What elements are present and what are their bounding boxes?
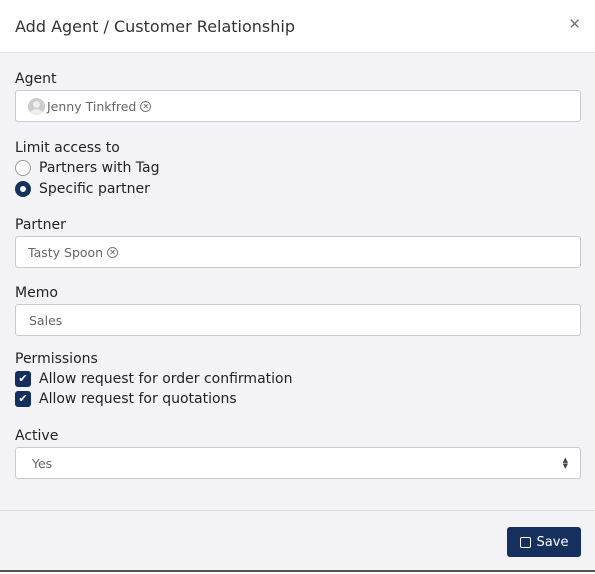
agent-field[interactable]: Jenny Tinkfred ✕ [15,90,581,122]
sort-arrows-icon: ▲ ▼ [562,456,568,470]
checkbox-quotations[interactable]: ✔ Allow request for quotations [15,391,237,407]
avatar-icon [28,97,45,115]
remove-tag-icon[interactable]: ✕ [140,100,152,112]
radio-specific-partner[interactable]: Specific partner [15,181,150,197]
checkbox-label: Allow request for quotations [39,391,237,407]
dialog: Add Agent / Customer Relationship ✕ Agen… [0,0,595,572]
save-icon [519,536,531,548]
remove-tag-icon[interactable]: ✕ [107,246,119,258]
dialog-title: Add Agent / Customer Relationship [15,17,296,36]
radio-partners-with-tag[interactable]: Partners with Tag [15,160,159,176]
radio-icon[interactable] [15,181,31,197]
memo-label: Memo [15,285,58,301]
check-icon[interactable]: ✔ [15,371,31,387]
radio-icon[interactable] [15,160,31,176]
save-button[interactable]: Save [507,527,581,557]
check-icon[interactable]: ✔ [15,391,31,407]
close-icon[interactable]: ✕ [568,15,581,33]
partner-tag: Tasty Spoon [28,244,104,260]
limit-label: Limit access to [15,140,120,156]
agent-label: Agent [15,71,57,87]
active-label: Active [15,428,59,444]
partner-field[interactable]: Tasty Spoon ✕ [15,236,581,268]
footer-divider [0,510,595,511]
permissions-label: Permissions [15,351,98,367]
dialog-header: Add Agent / Customer Relationship ✕ [0,0,595,53]
radio-label: Specific partner [39,181,150,197]
agent-tag: Jenny Tinkfred [47,98,137,114]
memo-input[interactable]: Sales [15,304,581,336]
radio-label: Partners with Tag [39,160,160,176]
partner-label: Partner [15,217,66,233]
active-value: Yes [32,455,53,471]
checkbox-label: Allow request for order confirmation [39,371,293,387]
active-select[interactable]: Yes ▲ ▼ [15,447,581,479]
checkbox-order-confirmation[interactable]: ✔ Allow request for order confirmation [15,371,292,387]
save-label: Save [536,534,569,550]
